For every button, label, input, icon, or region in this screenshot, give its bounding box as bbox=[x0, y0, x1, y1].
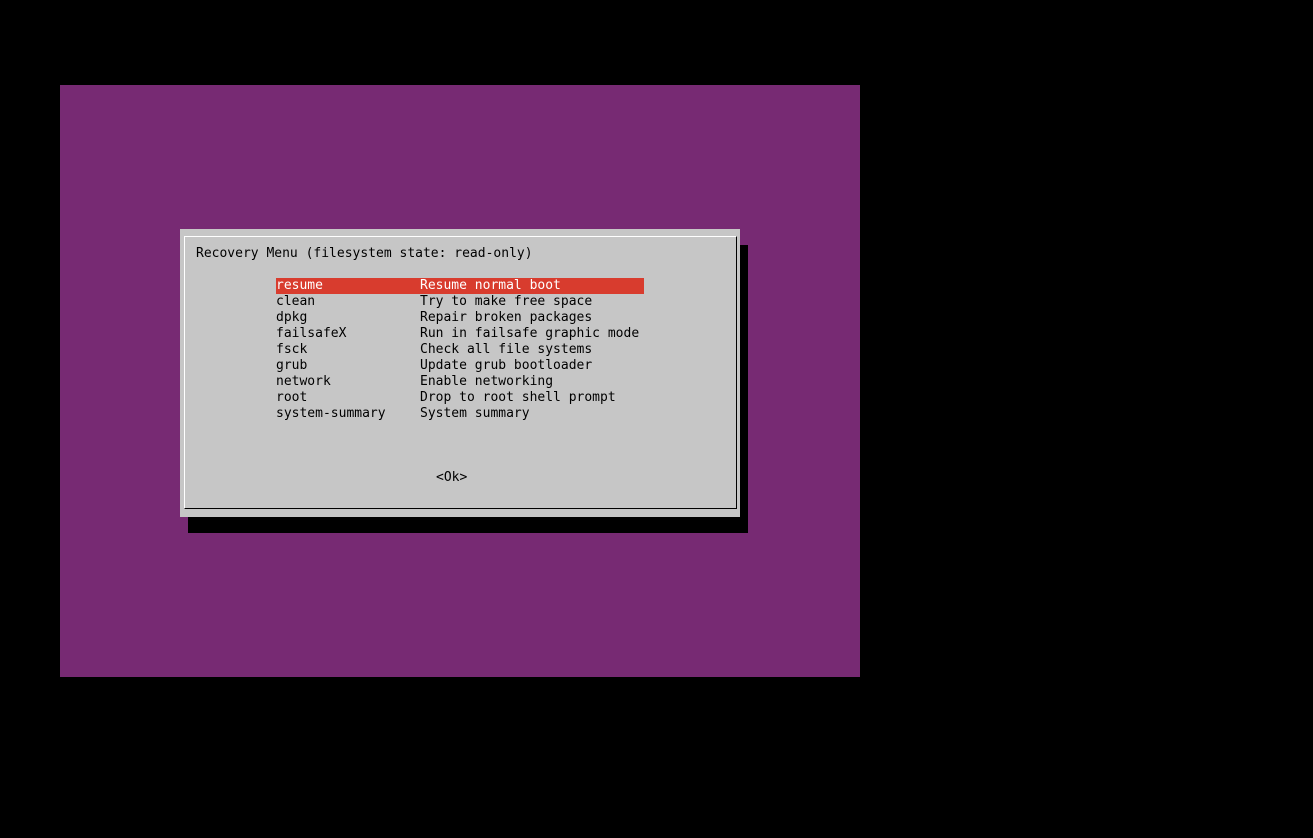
menu-item-tag: system-summary bbox=[276, 406, 386, 421]
menu-item-tag: failsafeX bbox=[276, 326, 347, 341]
menu-item-tag: clean bbox=[276, 294, 316, 309]
menu-item-grub[interactable]: grub Update grub bootloader bbox=[276, 358, 644, 374]
menu-item-failsafex[interactable]: failsafeX Run in failsafe graphic mode bbox=[276, 326, 644, 342]
menu-item-network[interactable]: network Enable networking bbox=[276, 374, 644, 390]
menu-item-tag: fsck bbox=[276, 342, 308, 357]
menu-item-description: System summary bbox=[420, 406, 530, 421]
menu-item-description: Resume normal boot bbox=[420, 278, 561, 293]
menu-item-tag: root bbox=[276, 390, 308, 405]
ok-button[interactable]: <Ok> bbox=[436, 469, 467, 486]
menu-item-system-summary[interactable]: system-summary System summary bbox=[276, 406, 644, 422]
menu-item-description: Enable networking bbox=[420, 374, 554, 389]
menu-item-tag: dpkg bbox=[276, 310, 308, 325]
menu-item-description: Try to make free space bbox=[420, 294, 593, 309]
menu-item-resume[interactable]: resume Resume normal boot bbox=[276, 278, 644, 294]
dialog-title: Recovery Menu (filesystem state: read-on… bbox=[196, 246, 533, 261]
recovery-menu-list: resume Resume normal boot clean Try to m… bbox=[276, 278, 644, 422]
menu-item-clean[interactable]: clean Try to make free space bbox=[276, 294, 644, 310]
menu-item-dpkg[interactable]: dpkg Repair broken packages bbox=[276, 310, 644, 326]
menu-item-tag: resume bbox=[276, 278, 323, 293]
menu-item-description: Repair broken packages bbox=[420, 310, 593, 325]
menu-item-fsck[interactable]: fsck Check all file systems bbox=[276, 342, 644, 358]
menu-item-description: Drop to root shell prompt bbox=[420, 390, 616, 405]
recovery-menu-dialog: Recovery Menu (filesystem state: read-on… bbox=[180, 229, 740, 517]
menu-item-description: Run in failsafe graphic mode bbox=[420, 326, 640, 341]
menu-item-tag: network bbox=[276, 374, 331, 389]
menu-item-tag: grub bbox=[276, 358, 308, 373]
menu-item-description: Update grub bootloader bbox=[420, 358, 593, 373]
menu-item-description: Check all file systems bbox=[420, 342, 593, 357]
menu-item-root[interactable]: root Drop to root shell prompt bbox=[276, 390, 644, 406]
